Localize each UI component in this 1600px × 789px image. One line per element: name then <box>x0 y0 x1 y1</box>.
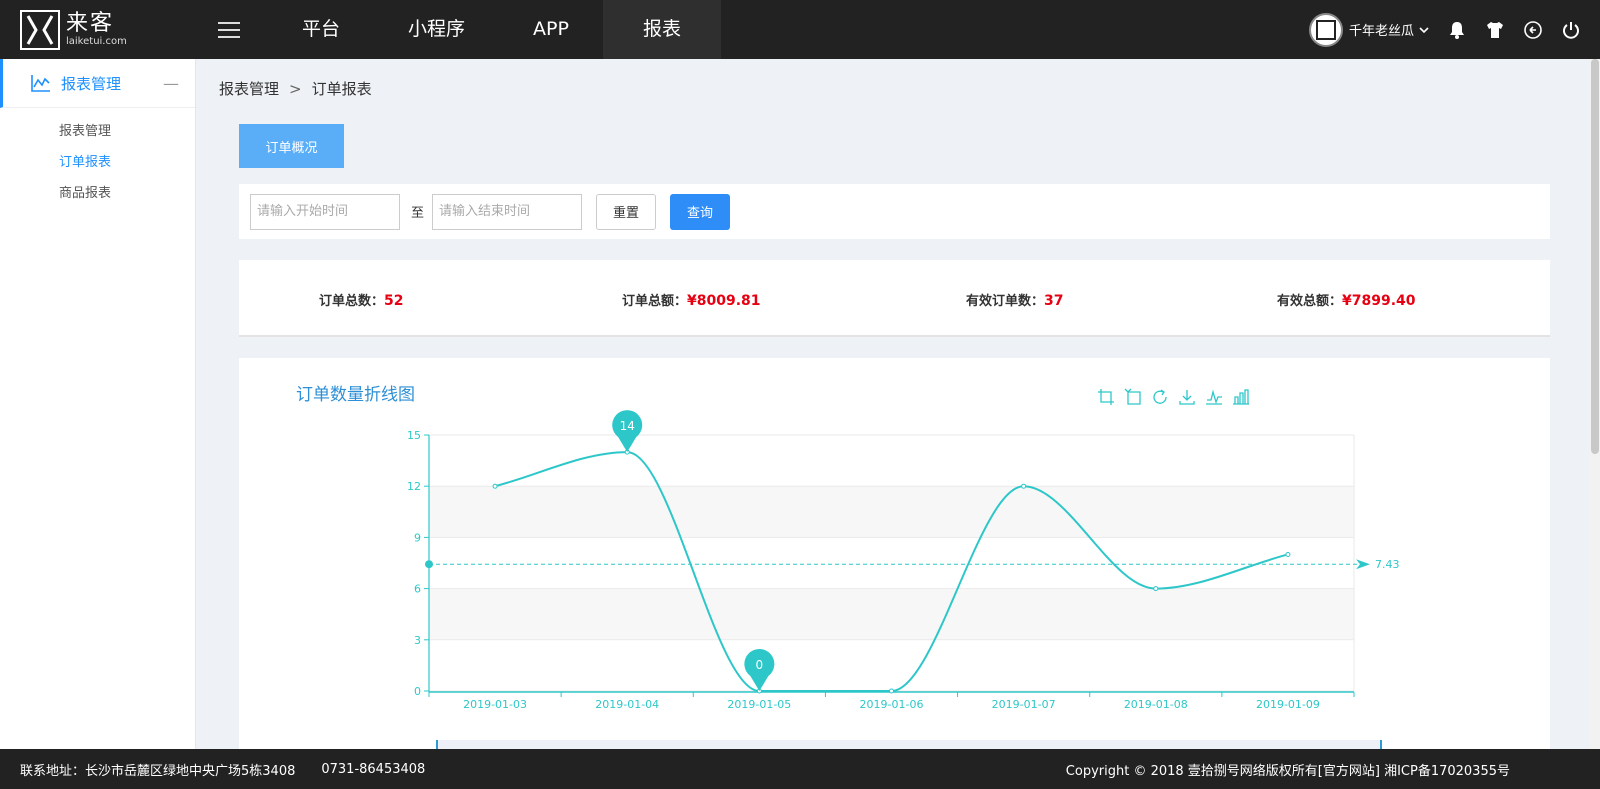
sidebar-item-report-manage[interactable]: 报表管理 <box>0 116 195 147</box>
x-tick-label: 2019-01-03 <box>463 698 527 711</box>
logo-mark-icon <box>20 9 60 50</box>
chart-card: 0 3 6 9 12 15 2019-01-03 2019-01-04 2019-01-05 20… <box>239 358 1550 749</box>
sidebar-item-product-report[interactable]: 商品报表 <box>0 178 195 209</box>
reset-button[interactable]: 重置 <box>596 193 657 230</box>
bell-icon[interactable] <box>1446 19 1468 41</box>
nav-item-report[interactable]: 报表 <box>602 0 721 59</box>
grid-band <box>429 486 1354 538</box>
data-point <box>1285 551 1291 557</box>
y-tick-label: 3 <box>414 634 421 647</box>
breadcrumb-current: 订单报表 <box>311 80 372 98</box>
sidebar-item-order-report[interactable]: 订单报表 <box>0 147 195 178</box>
average-line-arrow <box>1356 559 1370 570</box>
start-date-input[interactable] <box>250 193 400 230</box>
y-tick-label: 12 <box>407 480 421 493</box>
grid-band <box>429 435 1354 487</box>
date-filter: 至 重置 查询 <box>239 184 1550 239</box>
x-tick-label: 2019-01-07 <box>992 698 1056 711</box>
top-nav: 平台 小程序 APP 报表 <box>268 0 721 59</box>
y-tick-label: 9 <box>414 531 421 544</box>
grid-band <box>429 537 1354 589</box>
order-count-line-chart: 0 3 6 9 12 15 2019-01-03 2019-01-04 2019-01-05 20… <box>407 410 1400 711</box>
power-icon[interactable] <box>1560 19 1582 41</box>
logo-domain: laiketui.com <box>66 35 127 47</box>
line-chart-icon[interactable] <box>1205 388 1223 406</box>
logo[interactable]: 来客 laiketui.com <box>0 9 200 50</box>
stat-value: ¥8009.81 <box>687 293 761 309</box>
stat-total-amount: 订单总额：¥8009.81 <box>622 290 761 309</box>
scrollbar-thumb[interactable] <box>1591 59 1599 454</box>
average-line-label: 7.43 <box>1375 558 1400 571</box>
footer-phone: 0731-86453408 <box>321 761 426 777</box>
page-scrollbar[interactable] <box>1590 59 1600 749</box>
chevron-down-icon[interactable] <box>1418 24 1430 36</box>
average-line-start <box>425 560 433 569</box>
avatar[interactable] <box>1308 12 1343 47</box>
username[interactable]: 千年老丝瓜 <box>1349 20 1414 39</box>
breadcrumb-separator: > <box>289 80 302 98</box>
grid-band <box>429 588 1354 640</box>
sidebar: 报表管理 — 报表管理 订单报表 商品报表 <box>0 59 196 749</box>
menu-toggle-icon[interactable] <box>218 17 240 43</box>
stat-value: 52 <box>384 293 404 309</box>
refresh-icon[interactable] <box>1522 19 1544 41</box>
sidebar-section-report[interactable]: 报表管理 — <box>0 59 195 108</box>
stat-value: 37 <box>1044 293 1064 309</box>
zoom-reset-icon[interactable] <box>1124 388 1142 406</box>
nav-item-platform[interactable]: 平台 <box>268 0 374 59</box>
footer: 联系地址：长沙市岳麓区绿地中央广场5栋3408 0731-86453408 Co… <box>0 749 1600 789</box>
stats-panel: 订单总数：52 订单总额：¥8009.81 有效订单数：37 有效总额：¥789… <box>239 260 1550 337</box>
stat-label: 有效总额： <box>1277 294 1343 309</box>
x-tick-label: 2019-01-08 <box>1124 698 1188 711</box>
zoom-icon[interactable] <box>1097 388 1115 406</box>
y-tick-label: 6 <box>414 583 421 596</box>
tab-order-overview[interactable]: 订单概况 <box>239 124 344 168</box>
sidebar-section-label: 报表管理 <box>61 74 122 93</box>
query-button[interactable]: 查询 <box>670 193 731 230</box>
x-tick-label: 2019-01-09 <box>1256 698 1320 711</box>
chart-toolbox <box>1097 388 1259 406</box>
max-marker-pin-label: 14 <box>620 419 635 433</box>
footer-copyright: Copyright © 2018 壹拾捌号网络版权所有[官方网站] 湘ICP备1… <box>1065 763 1510 779</box>
end-date-input[interactable] <box>432 193 583 230</box>
to-label: 至 <box>411 206 425 221</box>
grid-band <box>429 639 1354 691</box>
data-point <box>889 688 894 694</box>
stat-valid-amount: 有效总额：¥7899.40 <box>1277 290 1416 309</box>
x-tick-label: 2019-01-04 <box>595 698 659 711</box>
data-point <box>1153 586 1159 592</box>
logo-title: 来客 <box>66 10 115 36</box>
data-zoom-slider[interactable] <box>436 740 1382 749</box>
nav-item-miniprogram[interactable]: 小程序 <box>374 0 499 59</box>
x-tick-label: 2019-01-06 <box>860 698 924 711</box>
chart-title: 订单数量折线图 <box>296 385 415 405</box>
stat-label: 订单总数： <box>319 294 385 309</box>
data-point <box>1021 483 1027 489</box>
top-bar: 来客 laiketui.com 平台 小程序 APP 报表 千年老丝瓜 <box>0 0 1600 59</box>
min-marker-pin-label: 0 <box>756 658 764 672</box>
y-tick-label: 15 <box>407 429 421 442</box>
stat-value: ¥7899.40 <box>1342 293 1416 309</box>
x-tick-label: 2019-01-05 <box>727 698 791 711</box>
stat-label: 有效订单数： <box>966 294 1045 309</box>
breadcrumb: 报表管理 > 订单报表 <box>219 78 372 99</box>
breadcrumb-parent[interactable]: 报表管理 <box>219 80 279 98</box>
shirt-icon[interactable] <box>1484 19 1506 41</box>
bar-chart-icon[interactable] <box>1232 388 1250 406</box>
data-point <box>492 483 498 489</box>
nav-item-app[interactable]: APP <box>499 0 603 59</box>
stat-label: 订单总额： <box>622 294 688 309</box>
stat-valid-orders: 有效订单数：37 <box>966 290 1064 309</box>
download-icon[interactable] <box>1178 388 1196 406</box>
footer-address: 联系地址：长沙市岳麓区绿地中央广场5栋3408 <box>20 763 296 779</box>
stat-total-orders: 订单总数：52 <box>319 290 404 309</box>
chart-icon <box>31 75 50 92</box>
restore-icon[interactable] <box>1151 388 1169 406</box>
collapse-icon[interactable]: — <box>163 74 179 93</box>
y-tick-label: 0 <box>414 685 421 698</box>
